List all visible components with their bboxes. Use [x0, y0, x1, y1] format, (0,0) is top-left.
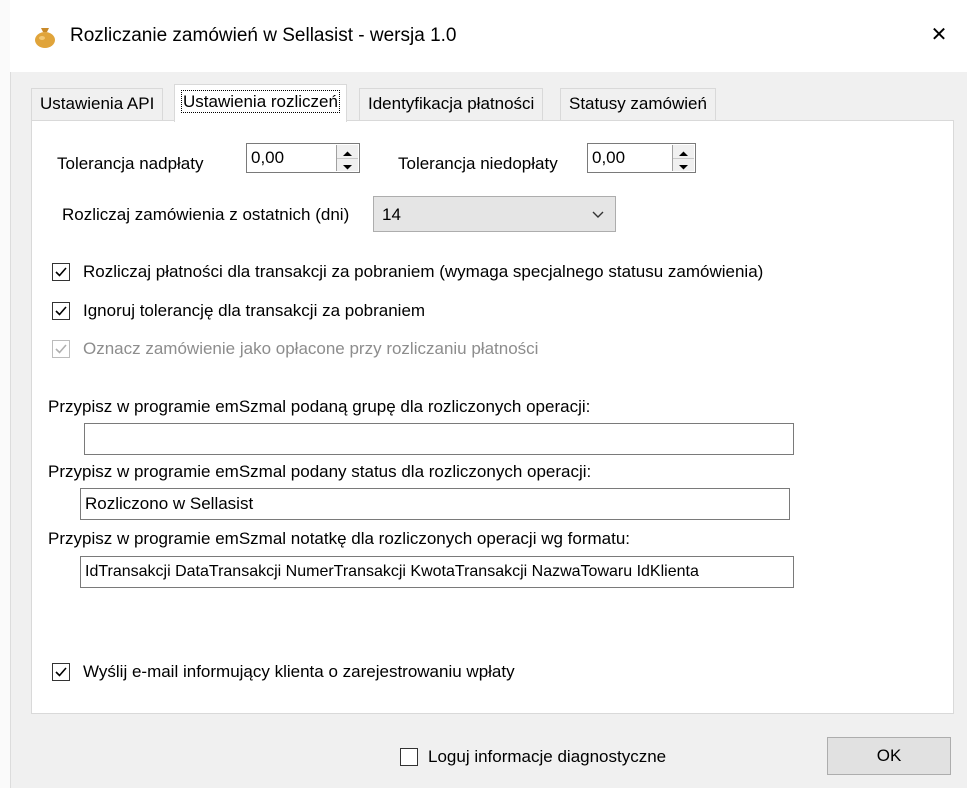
close-button[interactable]: ✕	[911, 10, 967, 58]
tab-payment-identification[interactable]: Identyfikacja płatności	[359, 88, 544, 120]
note-format-input[interactable]: IdTransakcji DataTransakcji NumerTransak…	[80, 556, 794, 588]
title-bar: Rozliczanie zamówień w Sellasist - wersj…	[10, 0, 967, 72]
tab-api-settings[interactable]: Ustawienia API	[31, 88, 164, 120]
checkmark-icon	[55, 306, 67, 316]
note-label: Przypisz w programie emSzmal notatkę dla…	[48, 529, 631, 548]
cod-settlement-label: Rozliczaj płatności dla transakcji za po…	[83, 262, 764, 281]
days-dropdown[interactable]: 14	[373, 196, 616, 232]
ignore-tolerance-label: Ignoruj tolerancję dla transakcji za pob…	[83, 301, 426, 320]
mark-paid-label: Oznacz zamówienie jako opłacone przy roz…	[83, 339, 539, 358]
stepper-down-button[interactable]	[337, 158, 358, 171]
days-label: Rozliczaj zamówienia z ostatnich (dni)	[62, 205, 350, 224]
dialog-window: Rozliczanie zamówień w Sellasist - wersj…	[0, 0, 967, 788]
checkbox-send-email[interactable]	[52, 663, 70, 681]
stepper-up-button[interactable]	[337, 145, 358, 159]
note-value: IdTransakcji DataTransakcji NumerTransak…	[85, 563, 699, 580]
log-diagnostics-label: Loguj informacje diagnostyczne	[428, 747, 667, 766]
ok-button[interactable]: OK	[827, 737, 951, 775]
overpayment-value: 0,00	[251, 148, 285, 167]
group-label: Przypisz w programie emSzmal podaną grup…	[48, 397, 591, 416]
close-icon: ✕	[930, 23, 948, 46]
days-value: 14	[382, 205, 401, 224]
stepper-up-button[interactable]	[673, 145, 694, 159]
overpayment-label: Tolerancja nadpłaty	[57, 154, 204, 173]
window-title: Rozliczanie zamówień w Sellasist - wersj…	[70, 25, 457, 46]
tab-label: Ustawienia API	[40, 94, 155, 113]
stepper-buttons	[336, 145, 358, 171]
tab-order-statuses[interactable]: Statusy zamówień	[560, 88, 716, 120]
checkbox-cod-settlement[interactable]	[52, 263, 70, 281]
arrow-down-icon	[679, 165, 688, 170]
group-input[interactable]	[84, 423, 794, 455]
underpayment-stepper[interactable]: 0,00	[587, 143, 696, 173]
overpayment-stepper[interactable]: 0,00	[246, 143, 360, 173]
tab-settlement-settings[interactable]: Ustawienia rozliczeń	[174, 84, 347, 122]
money-bag-icon	[32, 24, 58, 48]
checkbox-mark-paid	[52, 340, 70, 358]
underpayment-label: Tolerancja niedopłaty	[398, 154, 558, 173]
stepper-down-button[interactable]	[673, 158, 694, 171]
send-email-label: Wyślij e-mail informujący klienta o zare…	[83, 662, 515, 681]
tab-label: Ustawienia rozliczeń	[181, 90, 340, 113]
checkmark-icon	[55, 344, 67, 354]
checkmark-icon	[55, 267, 67, 277]
tab-label: Identyfikacja płatności	[368, 94, 535, 113]
checkbox-log-diagnostics[interactable]	[400, 748, 418, 766]
underpayment-value: 0,00	[592, 148, 626, 167]
tab-label: Statusy zamówień	[569, 94, 707, 113]
checkbox-ignore-tolerance[interactable]	[52, 302, 70, 320]
status-label: Przypisz w programie emSzmal podany stat…	[48, 462, 592, 481]
stepper-buttons	[672, 145, 694, 171]
checkmark-icon	[55, 667, 67, 677]
chevron-down-icon	[591, 207, 605, 227]
arrow-down-icon	[343, 165, 352, 170]
status-value: Rozliczono w Sellasist	[85, 494, 254, 513]
status-input[interactable]: Rozliczono w Sellasist	[80, 488, 790, 520]
